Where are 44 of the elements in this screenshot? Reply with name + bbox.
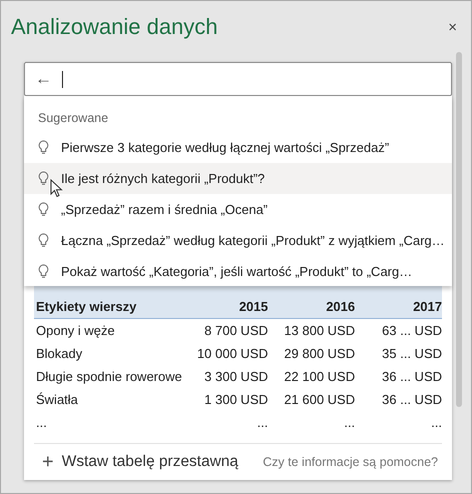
back-button[interactable]: ←	[35, 69, 52, 89]
scrollbar-thumb[interactable]	[456, 52, 462, 407]
suggestion-item[interactable]: Łączna „Sprzedaż” według kategorii „Produkt” z wyjątkiem „Carg…	[24, 225, 452, 256]
lightbulb-icon	[38, 140, 49, 155]
suggestion-item[interactable]: Ile jest różnych kategorii „Produkt”?	[24, 163, 452, 194]
table-cell-text: 22 100 USD	[283, 369, 355, 384]
table-cell-text: Opony i węże	[35, 323, 116, 338]
table-cell-text: Blokady	[35, 346, 84, 361]
table-cell-text: 1 300 USD	[203, 392, 268, 407]
column-header: 2017	[412, 299, 442, 314]
table-cell-text: 35 ... USD	[381, 346, 442, 361]
column-header: 2016	[325, 299, 355, 314]
text-cursor	[62, 70, 63, 88]
table-cell-text: Światła	[35, 392, 79, 407]
table-cell-text: 21 600 USD	[283, 392, 355, 407]
suggestion-item[interactable]: Pierwsze 3 kategorie według łącznej wartości „Sprzedaż”	[24, 132, 452, 163]
column-header: Etykiety wierszy	[35, 299, 138, 314]
table-cell-text: Długie spodnie rowerowe	[35, 369, 182, 384]
table-cell-text: 10 000 USD	[196, 346, 268, 361]
table-cell-text: ...	[256, 415, 268, 430]
lightbulb-icon	[38, 202, 49, 217]
column-header: 2015	[238, 299, 268, 314]
table-cell-text: 29 800 USD	[283, 346, 355, 361]
table-cell-text: ...	[35, 415, 48, 430]
suggestion-item[interactable]: Pokaż wartość „Kategoria”, jeśli wartość „Produkt” to „Carg…	[24, 256, 452, 287]
lightbulb-icon	[38, 264, 49, 279]
lightbulb-icon	[38, 171, 49, 186]
mouse-pointer-icon	[50, 179, 63, 199]
lightbulb-icon	[38, 233, 49, 248]
table-cell-text: ...	[430, 415, 442, 430]
table-cell-text: ...	[343, 415, 355, 430]
feedback-prompt: Czy te informacje są pomocne?	[262, 455, 438, 469]
table-cell-text: 36 ... USD	[381, 392, 442, 407]
close-button[interactable]: ×	[444, 16, 461, 38]
pane-title: Analizowanie danych	[11, 14, 218, 40]
suggestion-item[interactable]: „Sprzedaż” razem i średnia „Ocena”	[24, 194, 452, 225]
search-field[interactable]: ←	[24, 62, 452, 96]
suggestions-heading: Sugerowane	[37, 111, 110, 127]
table-cell-text: 36 ... USD	[381, 369, 442, 384]
insert-pivot-table-button[interactable]: + Wstaw tabelę przestawną	[42, 450, 238, 474]
table-cell-text: 8 700 USD	[203, 323, 268, 338]
table-cell-text: 13 800 USD	[283, 323, 355, 338]
table-cell-text: 3 300 USD	[203, 369, 268, 384]
table-cell-text: 63 ... USD	[381, 323, 442, 338]
